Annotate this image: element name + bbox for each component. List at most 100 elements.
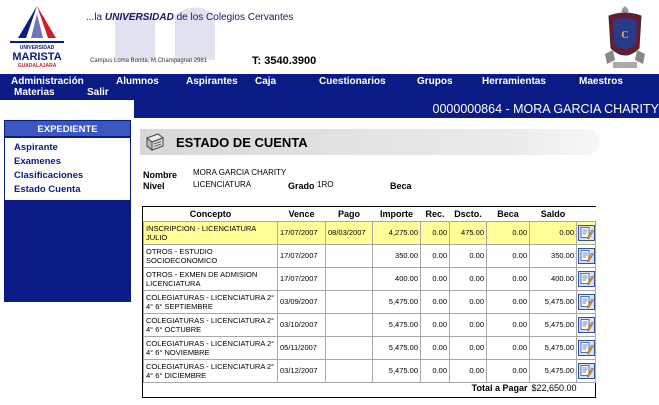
- table-row: COLEGIATURAS - LICENCIATURA 2° 4° 6° SEP…: [143, 289, 596, 314]
- cell-beca: 0.00: [486, 358, 530, 383]
- col-header-dscto: Dscto.: [449, 207, 487, 221]
- cell-beca: 0.00: [486, 335, 530, 360]
- school-crest-icon: C: [605, 6, 645, 68]
- total-label: Total a Pagar: [471, 383, 528, 394]
- cell-concepto: OTROS - ESTUDIO SOCIOECONOMICO: [143, 243, 278, 268]
- table-row: COLEGIATURAS - LICENCIATURA 2° 4° 6° NOV…: [143, 335, 596, 360]
- account-table: Concepto Vence Pago Importe Rec. Dscto. …: [143, 207, 596, 394]
- total-value: $22,650.00: [531, 383, 577, 394]
- nivel-label: Nivel: [143, 181, 165, 191]
- col-header-importe: Importe: [372, 207, 421, 221]
- cell-concepto: COLEGIATURAS - LICENCIATURA 2° 4° 6° DIC…: [143, 358, 278, 383]
- cell-dscto: 475.00: [449, 220, 487, 245]
- cell-action: [576, 312, 596, 337]
- cell-dscto: 0.00: [449, 358, 487, 383]
- cell-importe: 5,475.00: [372, 358, 421, 383]
- cell-saldo: 0.00: [529, 220, 577, 245]
- cell-vence: 03/09/2007: [277, 289, 326, 314]
- col-header-concepto: Concepto: [143, 207, 278, 221]
- cell-vence: 17/07/2007: [277, 243, 326, 268]
- table-row: COLEGIATURAS - LICENCIATURA 2° 4° 6° DIC…: [143, 358, 596, 383]
- col-header-beca: Beca: [486, 207, 530, 221]
- left-column: EXPEDIENTE Aspirante Examenes Clasificac…: [0, 100, 134, 405]
- cell-pago: [325, 289, 373, 314]
- sidebar-item-estado-cuenta[interactable]: Estado Cuenta: [14, 183, 130, 197]
- edit-document-icon[interactable]: [577, 293, 595, 310]
- table-row: INSCRIPCION - LICENCIATURA JULIO 17/07/20…: [143, 220, 596, 245]
- cell-saldo: 5,475.00: [529, 335, 577, 360]
- cell-pago: [325, 266, 373, 291]
- grado-label: Grado: [288, 181, 315, 191]
- cell-saldo: 350.00: [529, 243, 577, 268]
- cell-importe: 350.00: [372, 243, 421, 268]
- col-header-actions: [576, 207, 596, 221]
- cell-beca: 0.00: [486, 220, 530, 245]
- beca-label: Beca: [390, 181, 412, 191]
- cell-rec: 0.00: [420, 266, 450, 291]
- tagline-suffix: de los Colegios Cervantes: [173, 12, 294, 23]
- marista-logo: UNIVERSIDAD MARISTA GUADALAJARA: [10, 6, 64, 69]
- cell-dscto: 0.00: [449, 266, 487, 291]
- cell-action: [576, 243, 596, 268]
- edit-document-icon[interactable]: [577, 316, 595, 333]
- account-band: 0000000864 - MORA GARCIA CHARITY: [134, 100, 659, 118]
- nav-row-2: Materias Salir: [0, 87, 659, 99]
- edit-document-icon[interactable]: [577, 362, 595, 379]
- table-row: OTROS - EXMEN DE ADMISION LICENCIATURA 17…: [143, 266, 596, 291]
- cell-concepto: COLEGIATURAS - LICENCIATURA 2° 4° 6° NOV…: [143, 335, 278, 360]
- total-row: Total a Pagar $22,650.00: [144, 382, 596, 394]
- cell-vence: 17/07/2007: [277, 220, 326, 245]
- sidebar-item-examenes[interactable]: Examenes: [14, 155, 130, 169]
- table-header-row: Concepto Vence Pago Importe Rec. Dscto. …: [143, 207, 596, 221]
- cell-action: [576, 358, 596, 383]
- cell-rec: 0.00: [420, 312, 450, 337]
- page-header: UNIVERSIDAD MARISTA GUADALAJARA ...la UN…: [0, 0, 659, 74]
- edit-document-icon[interactable]: [577, 270, 595, 287]
- table-row: OTROS - ESTUDIO SOCIOECONOMICO 17/07/2007…: [143, 243, 596, 268]
- cell-dscto: 0.00: [449, 289, 487, 314]
- main-nav: Administración Alumnos Aspirantes Caja C…: [0, 74, 659, 100]
- sidebar-item-clasificaciones[interactable]: Clasificaciones: [14, 169, 130, 183]
- grado-value: 1RO: [317, 180, 334, 189]
- cell-beca: 0.00: [486, 266, 530, 291]
- cell-vence: 17/07/2007: [277, 266, 326, 291]
- nombre-value: MORA GARCIA CHARITY: [193, 168, 287, 177]
- nav-salir[interactable]: Salir: [87, 87, 109, 99]
- cell-rec: 0.00: [420, 335, 450, 360]
- cell-action: [576, 335, 596, 360]
- cell-pago: [325, 335, 373, 360]
- cell-concepto: COLEGIATURAS - LICENCIATURA 2° 4° 6° OCT…: [143, 312, 278, 337]
- cell-pago: [325, 312, 373, 337]
- cell-beca: 0.00: [486, 289, 530, 314]
- cell-pago: [325, 243, 373, 268]
- cell-dscto: 0.00: [449, 335, 487, 360]
- svg-text:C: C: [621, 30, 628, 41]
- cell-action: [576, 266, 596, 291]
- edit-document-icon[interactable]: [577, 339, 595, 356]
- table-body: INSCRIPCION - LICENCIATURA JULIO 17/07/20…: [143, 220, 596, 383]
- edit-document-icon[interactable]: [577, 247, 595, 264]
- account-statement-icon: [145, 133, 165, 152]
- cell-dscto: 0.00: [449, 243, 487, 268]
- cell-saldo: 5,475.00: [529, 289, 577, 314]
- nivel-value: LICENCIATURA: [193, 180, 252, 189]
- phone-number: T: 3540.3900: [252, 55, 317, 67]
- page-title: ESTADO DE CUENTA: [176, 135, 308, 150]
- nav-materias[interactable]: Materias: [14, 87, 55, 99]
- sidebar-item-aspirante[interactable]: Aspirante: [14, 141, 130, 155]
- tagline-bold: UNIVERSIDAD: [104, 12, 174, 23]
- campus-address: Campus Loma Bonita, M.Champagnat 2981: [90, 58, 208, 64]
- sidebar-title: EXPEDIENTE: [5, 121, 130, 138]
- cell-pago: 08/03/2007: [325, 220, 373, 245]
- col-header-pago: Pago: [325, 207, 373, 221]
- cell-concepto: COLEGIATURAS - LICENCIATURA 2° 4° 6° SEP…: [143, 289, 278, 314]
- col-header-vence: Vence: [277, 207, 326, 221]
- logo-line-3: GUADALAJARA: [18, 63, 57, 69]
- cell-dscto: 0.00: [449, 312, 487, 337]
- watermark-graphic: [115, 7, 215, 60]
- cell-importe: 5,475.00: [372, 312, 421, 337]
- edit-document-icon[interactable]: [577, 224, 595, 241]
- cell-rec: 0.00: [420, 220, 450, 245]
- tagline-prefix: ...la: [86, 12, 105, 23]
- cell-saldo: 5,475.00: [529, 312, 577, 337]
